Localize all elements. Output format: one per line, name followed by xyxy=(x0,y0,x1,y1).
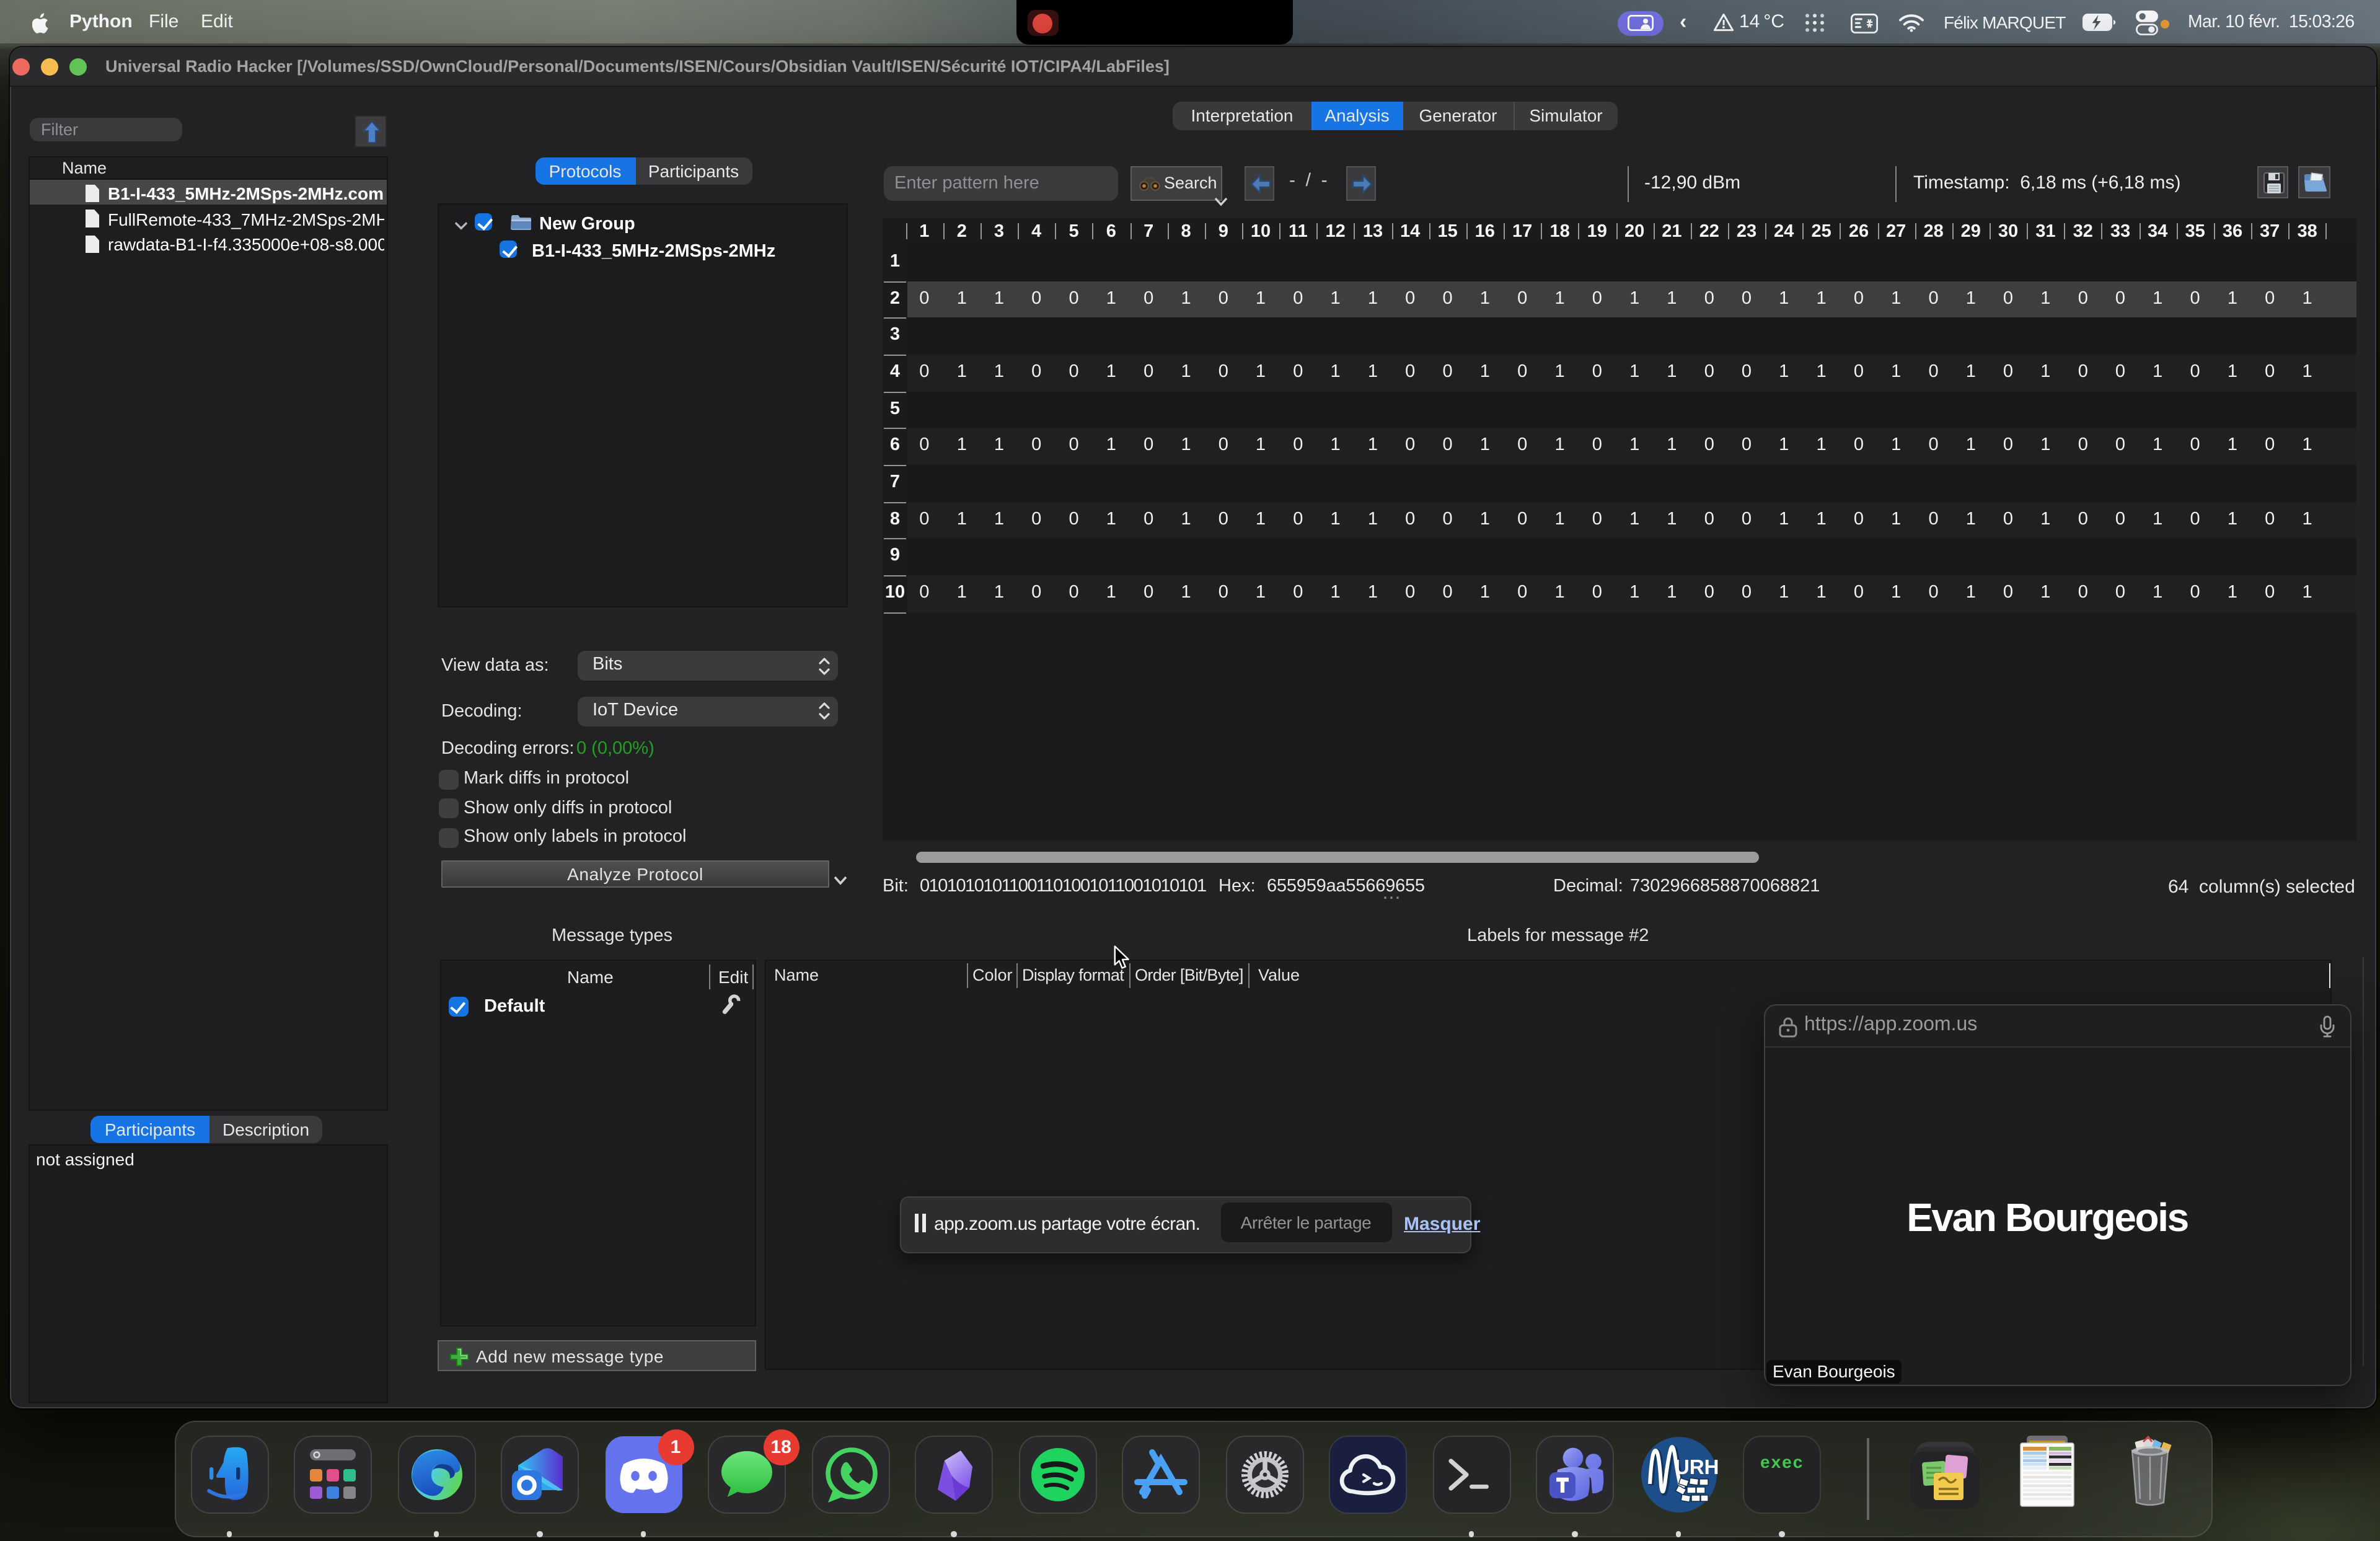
svg-text:exec: exec xyxy=(1760,1452,1804,1472)
svg-text:URH: URH xyxy=(1674,1455,1717,1478)
